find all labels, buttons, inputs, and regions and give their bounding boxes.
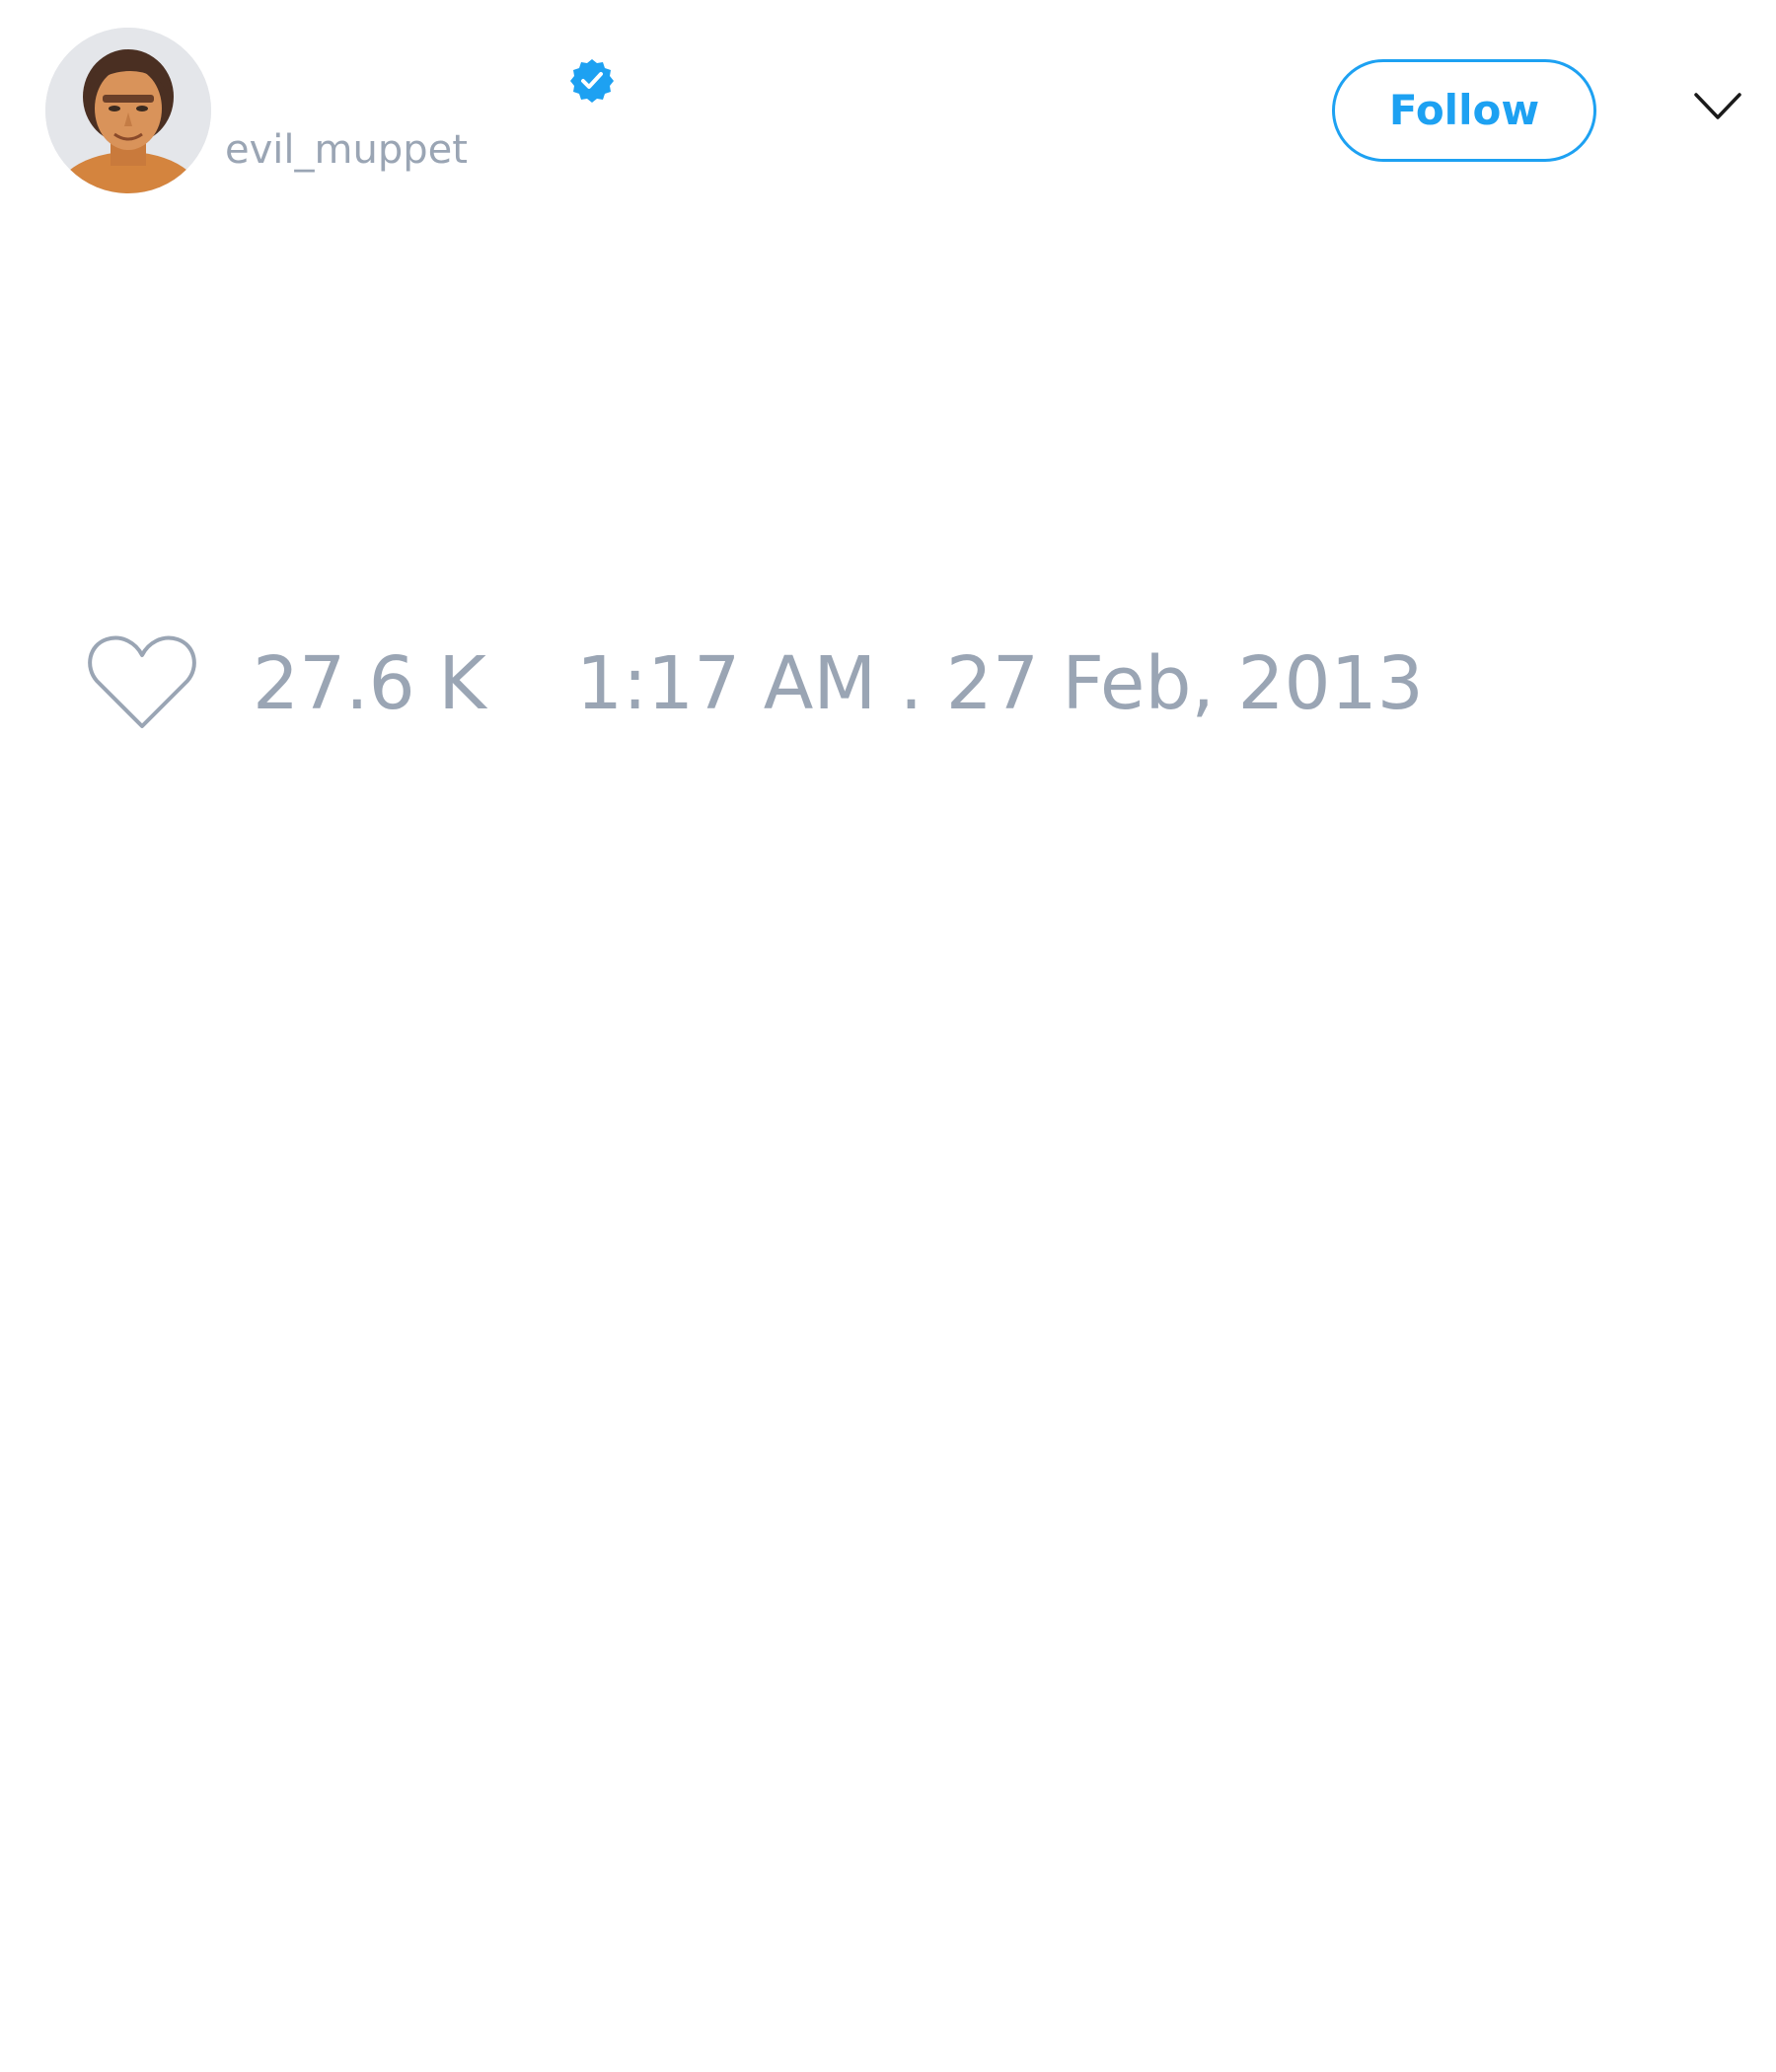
tweet-card: evil_muppet Follow 27.6 K 1:17 AM . 27 F… xyxy=(0,0,1776,2072)
avatar-image xyxy=(45,28,211,193)
verified-badge-icon xyxy=(568,57,616,105)
chevron-down-icon[interactable] xyxy=(1693,91,1742,122)
like-count: 27.6 K xyxy=(253,641,486,726)
heart-outline-icon xyxy=(88,635,196,728)
avatar[interactable] xyxy=(45,28,211,193)
like-button[interactable] xyxy=(87,633,197,732)
user-handle[interactable]: evil_muppet xyxy=(225,126,468,174)
follow-button[interactable]: Follow xyxy=(1332,59,1596,162)
tweet-timestamp[interactable]: 1:17 AM . 27 Feb, 2013 xyxy=(576,641,1424,726)
